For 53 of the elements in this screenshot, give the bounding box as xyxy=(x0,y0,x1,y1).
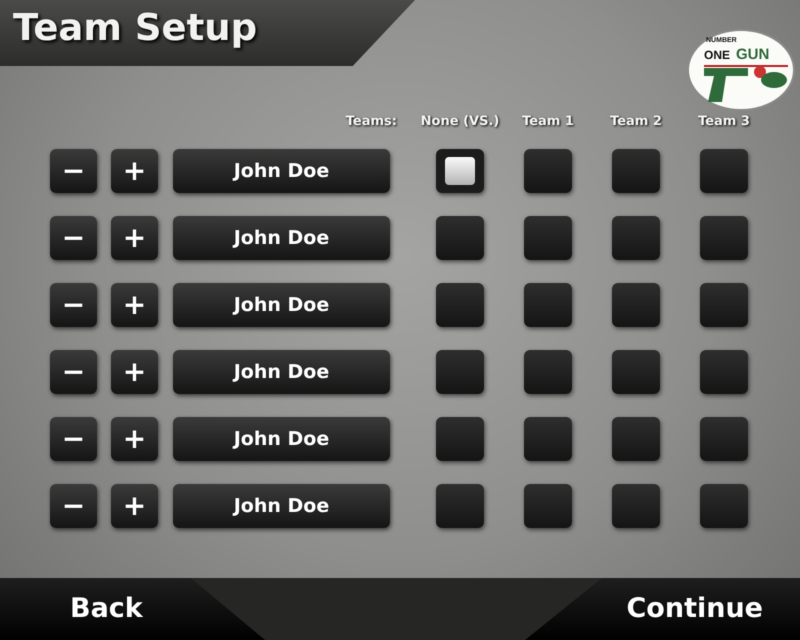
team-checkbox[interactable] xyxy=(524,417,572,461)
team-checkbox[interactable] xyxy=(436,149,484,193)
minus-button[interactable]: − xyxy=(50,417,97,461)
player-name-button[interactable]: John Doe xyxy=(173,149,390,193)
team-checkbox[interactable] xyxy=(612,484,660,528)
back-button[interactable]: Back xyxy=(0,578,265,640)
plus-button[interactable]: + xyxy=(111,484,158,528)
team-checkbox[interactable] xyxy=(700,484,748,528)
team-checkbox[interactable] xyxy=(612,417,660,461)
player-name-button[interactable]: John Doe xyxy=(173,417,390,461)
plus-button[interactable]: + xyxy=(111,417,158,461)
minus-button[interactable]: − xyxy=(50,484,97,528)
team-checkbox[interactable] xyxy=(700,283,748,327)
team-checkbox[interactable] xyxy=(436,283,484,327)
player-name-button[interactable]: John Doe xyxy=(173,350,390,394)
column-heading: Team 2 xyxy=(609,113,663,132)
team-checkbox[interactable] xyxy=(700,417,748,461)
team-checkbox[interactable] xyxy=(524,484,572,528)
minus-button[interactable]: − xyxy=(50,350,97,394)
pistol-icon xyxy=(704,68,748,102)
plus-button[interactable]: + xyxy=(111,216,158,260)
column-label: Teams: xyxy=(344,113,397,132)
screen-title: Team Setup xyxy=(0,0,415,66)
plus-button[interactable]: + xyxy=(111,350,158,394)
team-checkbox[interactable] xyxy=(524,216,572,260)
plus-button[interactable]: + xyxy=(111,283,158,327)
minus-button[interactable]: − xyxy=(50,149,97,193)
team-checkbox[interactable] xyxy=(524,149,572,193)
player-name-button[interactable]: John Doe xyxy=(173,484,390,528)
team-checkbox[interactable] xyxy=(612,283,660,327)
player-name-button[interactable]: John Doe xyxy=(173,216,390,260)
team-checkbox[interactable] xyxy=(436,350,484,394)
team-checkbox[interactable] xyxy=(700,216,748,260)
team-checkbox[interactable] xyxy=(612,149,660,193)
team-checkbox[interactable] xyxy=(436,216,484,260)
continue-button[interactable]: Continue xyxy=(525,578,800,640)
logo-text: GUN xyxy=(736,46,770,63)
column-heading: Team 3 xyxy=(697,113,751,132)
team-checkbox[interactable] xyxy=(524,283,572,327)
team-checkbox[interactable] xyxy=(524,350,572,394)
team-checkbox[interactable] xyxy=(700,350,748,394)
minus-button[interactable]: − xyxy=(50,283,97,327)
column-heading: Team 1 xyxy=(521,113,575,132)
team-checkbox[interactable] xyxy=(612,216,660,260)
player-name-button[interactable]: John Doe xyxy=(173,283,390,327)
logo-text: ONE xyxy=(704,48,730,62)
team-checkbox[interactable] xyxy=(612,350,660,394)
team-checkbox[interactable] xyxy=(700,149,748,193)
column-heading: None (VS.) xyxy=(420,113,500,132)
plus-button[interactable]: + xyxy=(111,149,158,193)
minus-button[interactable]: − xyxy=(50,216,97,260)
team-checkbox[interactable] xyxy=(436,417,484,461)
team-checkbox[interactable] xyxy=(436,484,484,528)
